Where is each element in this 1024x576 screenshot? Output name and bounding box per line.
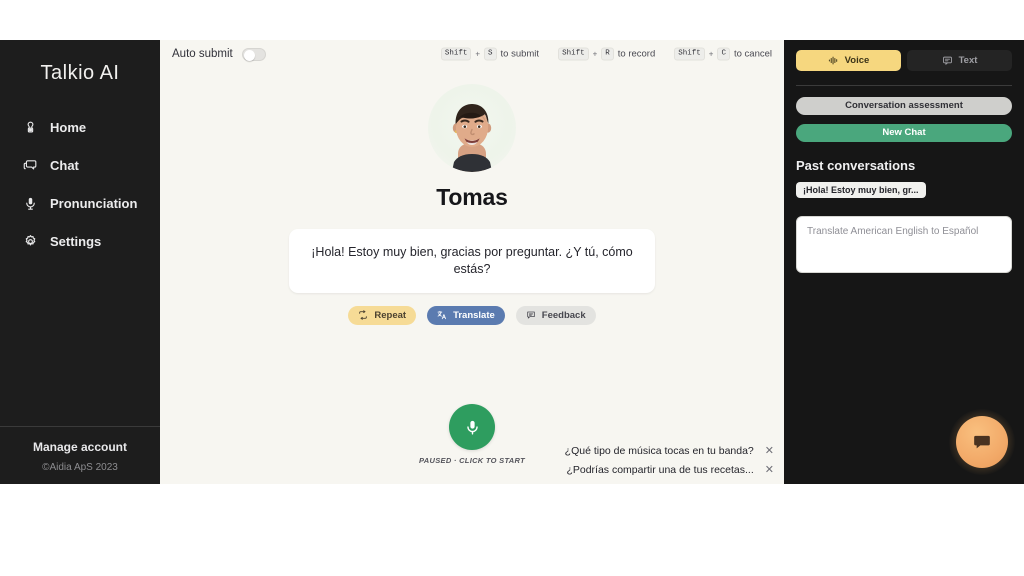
shortcut-text: to cancel bbox=[733, 48, 772, 60]
support-chat-button[interactable] bbox=[956, 416, 1008, 468]
sidebar-item-settings[interactable]: Settings bbox=[22, 233, 160, 250]
sidebar-item-chat[interactable]: Chat bbox=[22, 157, 160, 174]
shortcut-text: to submit bbox=[500, 48, 540, 60]
kbd-shift: Shift bbox=[440, 47, 472, 61]
microphone-icon bbox=[464, 419, 481, 436]
home-icon bbox=[22, 119, 39, 136]
suggestion-item[interactable]: ¿Qué tipo de música tocas en tu banda? ✕ bbox=[563, 443, 778, 459]
conversation-assessment-button[interactable]: Conversation assessment bbox=[796, 97, 1012, 115]
translate-label: Translate bbox=[453, 309, 495, 321]
manage-account-link[interactable]: Manage account bbox=[0, 440, 160, 454]
past-conversations-list: ¡Hola! Estoy muy bien, gr... bbox=[796, 173, 1012, 198]
auto-submit-toggle[interactable] bbox=[241, 47, 266, 61]
feedback-button[interactable]: Feedback bbox=[515, 305, 596, 325]
sidebar-item-label: Chat bbox=[50, 158, 79, 173]
kbd-plus: + bbox=[592, 49, 598, 59]
sidebar-item-label: Pronunciation bbox=[50, 196, 138, 211]
feedback-label: Feedback bbox=[541, 309, 586, 321]
kbd-key: R bbox=[601, 47, 614, 61]
recorder-area: PAUSED · CLICK TO START ¿Qué tipo de mús… bbox=[160, 398, 784, 484]
tools-panel: Voice Text Conversation assessment New C… bbox=[784, 40, 1024, 484]
past-conversations-title: Past conversations bbox=[796, 158, 916, 173]
app-window: Talkio AI Home Chat Pronunciation Settin… bbox=[0, 40, 1024, 484]
persona-block: Tomas bbox=[160, 84, 784, 211]
chat-bubble-icon bbox=[972, 432, 992, 452]
message-actions: Repeat Translate Feedback bbox=[160, 305, 784, 325]
tab-text[interactable]: Text bbox=[907, 50, 1012, 71]
copyright-text: ©Aidia ApS 2023 bbox=[42, 462, 118, 473]
kbd-shift: Shift bbox=[674, 47, 705, 61]
message-text: ¡Hola! Estoy muy bien, gracias por pregu… bbox=[311, 245, 633, 276]
sidebar-item-label: Home bbox=[50, 120, 87, 135]
gear-icon bbox=[22, 233, 39, 250]
suggestion-text: ¿Podrías compartir una de tus recetas... bbox=[566, 464, 754, 476]
feedback-icon bbox=[526, 310, 536, 320]
new-chat-button[interactable]: New Chat bbox=[796, 124, 1012, 142]
sidebar-nav: Home Chat Pronunciation Settings bbox=[0, 119, 160, 250]
mode-tabs: Voice Text bbox=[796, 50, 1012, 71]
shortcut-record: Shift + R to record bbox=[558, 47, 656, 61]
recorder-status: PAUSED · CLICK TO START bbox=[419, 456, 525, 465]
translate-icon bbox=[437, 310, 447, 320]
sidebar: Talkio AI Home Chat Pronunciation Settin… bbox=[0, 40, 160, 484]
repeat-label: Repeat bbox=[374, 309, 407, 321]
auto-submit-control[interactable]: Auto submit bbox=[172, 47, 266, 61]
sidebar-footer: Manage account ©Aidia ApS 2023 bbox=[0, 426, 160, 484]
support-chat-fab-wrap bbox=[949, 409, 1015, 475]
persona-name: Tomas bbox=[436, 184, 508, 210]
app-brand-title: Talkio AI bbox=[40, 62, 120, 84]
conversation-panel: Auto submit Shift + S to submit Shift + … bbox=[160, 40, 784, 484]
translate-input[interactable] bbox=[796, 216, 1012, 273]
kbd-plus: + bbox=[708, 49, 714, 59]
conversation-toolbar: Auto submit Shift + S to submit Shift + … bbox=[160, 40, 784, 68]
shortcut-cancel: Shift + C to cancel bbox=[674, 47, 772, 61]
close-icon[interactable]: ✕ bbox=[763, 464, 776, 476]
kbd-key: C bbox=[717, 47, 730, 61]
translate-button[interactable]: Translate bbox=[427, 305, 505, 325]
suggestion-text: ¿Qué tipo de música tocas en tu banda? bbox=[564, 445, 754, 457]
text-bubble-icon bbox=[942, 55, 953, 66]
repeat-button[interactable]: Repeat bbox=[348, 305, 417, 325]
toggle-knob bbox=[243, 49, 255, 61]
kbd-plus: + bbox=[475, 49, 480, 59]
auto-submit-label: Auto submit bbox=[172, 48, 233, 60]
shortcut-text: to record bbox=[617, 48, 656, 60]
sidebar-item-pronunciation[interactable]: Pronunciation bbox=[22, 195, 160, 212]
kbd-shift: Shift bbox=[558, 47, 589, 61]
shortcut-submit: Shift + S to submit bbox=[440, 47, 540, 61]
repeat-icon bbox=[358, 310, 368, 320]
tab-voice[interactable]: Voice bbox=[796, 50, 901, 71]
chat-icon bbox=[22, 157, 39, 174]
sidebar-item-home[interactable]: Home bbox=[22, 119, 160, 136]
avatar bbox=[428, 84, 516, 172]
panel-divider bbox=[796, 85, 1012, 86]
tab-voice-label: Voice bbox=[844, 55, 870, 66]
sidebar-item-label: Settings bbox=[50, 234, 102, 249]
waveform-icon bbox=[828, 55, 839, 66]
microphone-icon bbox=[22, 195, 39, 212]
keyboard-shortcuts: Shift + S to submit Shift + R to record … bbox=[440, 47, 772, 61]
kbd-key: S bbox=[484, 47, 497, 61]
suggestion-item[interactable]: ¿Podrías compartir una de tus recetas...… bbox=[564, 462, 778, 478]
tab-text-label: Text bbox=[958, 55, 978, 66]
message-bubble: ¡Hola! Estoy muy bien, gracias por pregu… bbox=[289, 229, 655, 293]
suggestion-list: ¿Qué tipo de música tocas en tu banda? ✕… bbox=[563, 443, 778, 478]
close-icon[interactable]: ✕ bbox=[763, 445, 776, 457]
past-conversation-item[interactable]: ¡Hola! Estoy muy bien, gr... bbox=[796, 182, 926, 198]
record-button[interactable] bbox=[449, 404, 495, 450]
